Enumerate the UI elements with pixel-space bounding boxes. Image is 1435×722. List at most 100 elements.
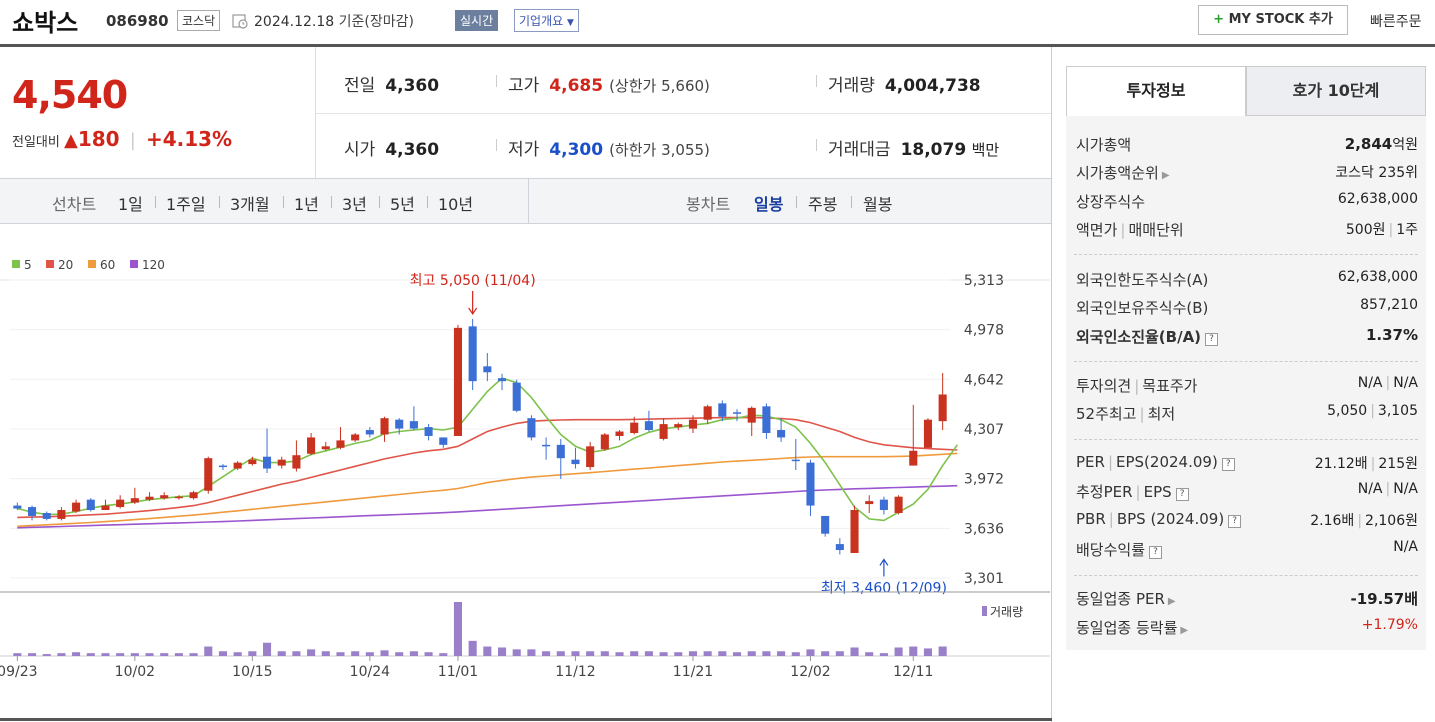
volume-bar: [644, 651, 653, 656]
market-cap-rank-row[interactable]: 시가총액순위 ▶ 코스닥 235위: [1076, 162, 1418, 186]
candle-body: [483, 366, 492, 373]
tab-10y[interactable]: 10년: [438, 191, 473, 215]
candle-body: [571, 459, 580, 465]
y-tick-label: 3,972: [964, 472, 1004, 488]
ma120-line: [17, 484, 958, 529]
candle-body: [806, 462, 815, 506]
market-badge: 코스닥: [177, 10, 221, 31]
help-icon[interactable]: ?: [1175, 488, 1189, 501]
legend-label: 120: [142, 258, 165, 272]
add-my-stock-button[interactable]: + MY STOCK 추가: [1198, 5, 1348, 35]
volume-bar: [160, 653, 169, 656]
volume-bar: [218, 651, 228, 656]
tab-weekly[interactable]: 주봉: [808, 191, 837, 215]
candle-body: [777, 430, 786, 438]
y-tick-label: 4,978: [964, 323, 1004, 339]
candle-body: [732, 412, 742, 414]
help-icon[interactable]: ?: [1228, 515, 1242, 528]
legend-label: 60: [100, 258, 115, 272]
tab-1y[interactable]: 1년: [294, 191, 319, 215]
volume-bar: [145, 653, 154, 656]
volume-bar: [321, 651, 330, 656]
volume-bar: [351, 651, 360, 656]
tab-order-book[interactable]: 호가 10단계: [1246, 66, 1426, 116]
volume-bar: [101, 653, 110, 656]
volume-bar: [497, 647, 507, 656]
candle-body: [542, 444, 551, 447]
candle-body: [27, 507, 37, 516]
candle-body: [659, 424, 668, 439]
volume-bar: [189, 653, 198, 656]
x-tick-label: 10/24: [350, 664, 390, 680]
candle-body: [160, 495, 169, 499]
candle-body: [894, 496, 903, 513]
help-icon[interactable]: ?: [1149, 546, 1163, 559]
candle-body: [42, 512, 51, 519]
tab-3y[interactable]: 3년: [342, 191, 367, 215]
industry-per-row[interactable]: 동일업종 PER ▶ -19.57배: [1076, 588, 1418, 612]
volume-bar: [879, 653, 888, 656]
tab-1w[interactable]: 1주일: [166, 191, 206, 215]
chevron-right-icon: ▶: [1161, 170, 1170, 181]
volume-bar: [453, 602, 463, 656]
tab-1d[interactable]: 1일: [118, 191, 143, 215]
volume-bar: [116, 653, 125, 656]
stock-header: 쇼박스 086980 코스닥 2024.12.18 기준(장마감) 실시간 기업…: [0, 0, 1435, 46]
tab-5y[interactable]: 5년: [390, 191, 415, 215]
quick-order-link[interactable]: 빠른주문: [1370, 11, 1422, 31]
candle-body: [57, 510, 66, 519]
candle-body: [218, 465, 228, 468]
y-tick-label: 5,313: [964, 273, 1004, 289]
volume-bar: [307, 649, 316, 656]
tab-investment-info[interactable]: 투자정보: [1066, 66, 1246, 116]
candle-body: [938, 394, 947, 422]
y-tick-label: 3,636: [964, 521, 1004, 537]
volume-bar: [365, 652, 374, 656]
volume-bar: [777, 651, 786, 656]
volume-bar: [923, 648, 933, 656]
foreign-limit-row: 외국인한도주식수(A) 62,638,000: [1076, 269, 1418, 289]
tab-3m[interactable]: 3개월: [230, 191, 270, 215]
candle-body: [351, 434, 360, 441]
volume-bar: [380, 650, 389, 656]
volume-bar: [747, 651, 756, 656]
legend-label: 5: [24, 258, 32, 272]
volume-bar: [248, 651, 257, 656]
candle-body: [923, 419, 933, 448]
tab-daily[interactable]: 일봉: [754, 191, 783, 215]
help-icon[interactable]: ?: [1205, 333, 1219, 346]
industry-rate-row[interactable]: 동일업종 등락률 ▶ +1.79%: [1076, 617, 1418, 641]
up-arrow-icon: ▲: [63, 130, 78, 151]
volume-bar: [262, 642, 272, 656]
chart-tab-bar: 선차트 1일 1주일 3개월 1년 3년 5년 10년 봉차트 일봉 주봉 월봉: [0, 178, 1052, 224]
candle-body: [292, 455, 301, 469]
volume-bar: [630, 651, 639, 656]
est-per-row: 추정PER | EPS? N/A | N/A: [1076, 481, 1418, 501]
price-stats: 전일 4,360 고가 4,685 (상한가 5,660) 거래량 4,004,738 …: [316, 47, 1052, 178]
volume-bar: [865, 652, 874, 656]
prev-close: 전일 4,360: [344, 76, 440, 96]
candle-body: [586, 446, 595, 468]
realtime-button[interactable]: 실시간: [455, 10, 499, 31]
open-price: 시가 4,360: [344, 140, 440, 160]
company-overview-dropdown[interactable]: 기업개요 ▼: [514, 9, 579, 32]
legend-swatch: [46, 260, 54, 268]
tab-monthly[interactable]: 월봉: [863, 191, 892, 215]
volume-legend-label: 거래량: [990, 605, 1023, 619]
stock-code: 086980: [106, 12, 169, 30]
volume-bar: [556, 651, 565, 656]
help-icon[interactable]: ?: [1221, 458, 1235, 471]
candle-body: [630, 422, 639, 433]
candle-body: [365, 430, 374, 435]
candle-body: [644, 421, 653, 431]
candle-body: [703, 406, 712, 420]
candle-body: [821, 515, 830, 534]
volume-bar: [732, 652, 742, 656]
volume-bar: [292, 651, 301, 656]
volume-bar: [762, 651, 771, 656]
52week-row: 52주최고 | 최저 5,050 | 3,105: [1076, 403, 1418, 423]
volume-bar: [13, 653, 22, 656]
candle-body: [600, 434, 609, 450]
plus-icon: +: [1213, 12, 1225, 27]
volume-bar: [130, 653, 139, 656]
